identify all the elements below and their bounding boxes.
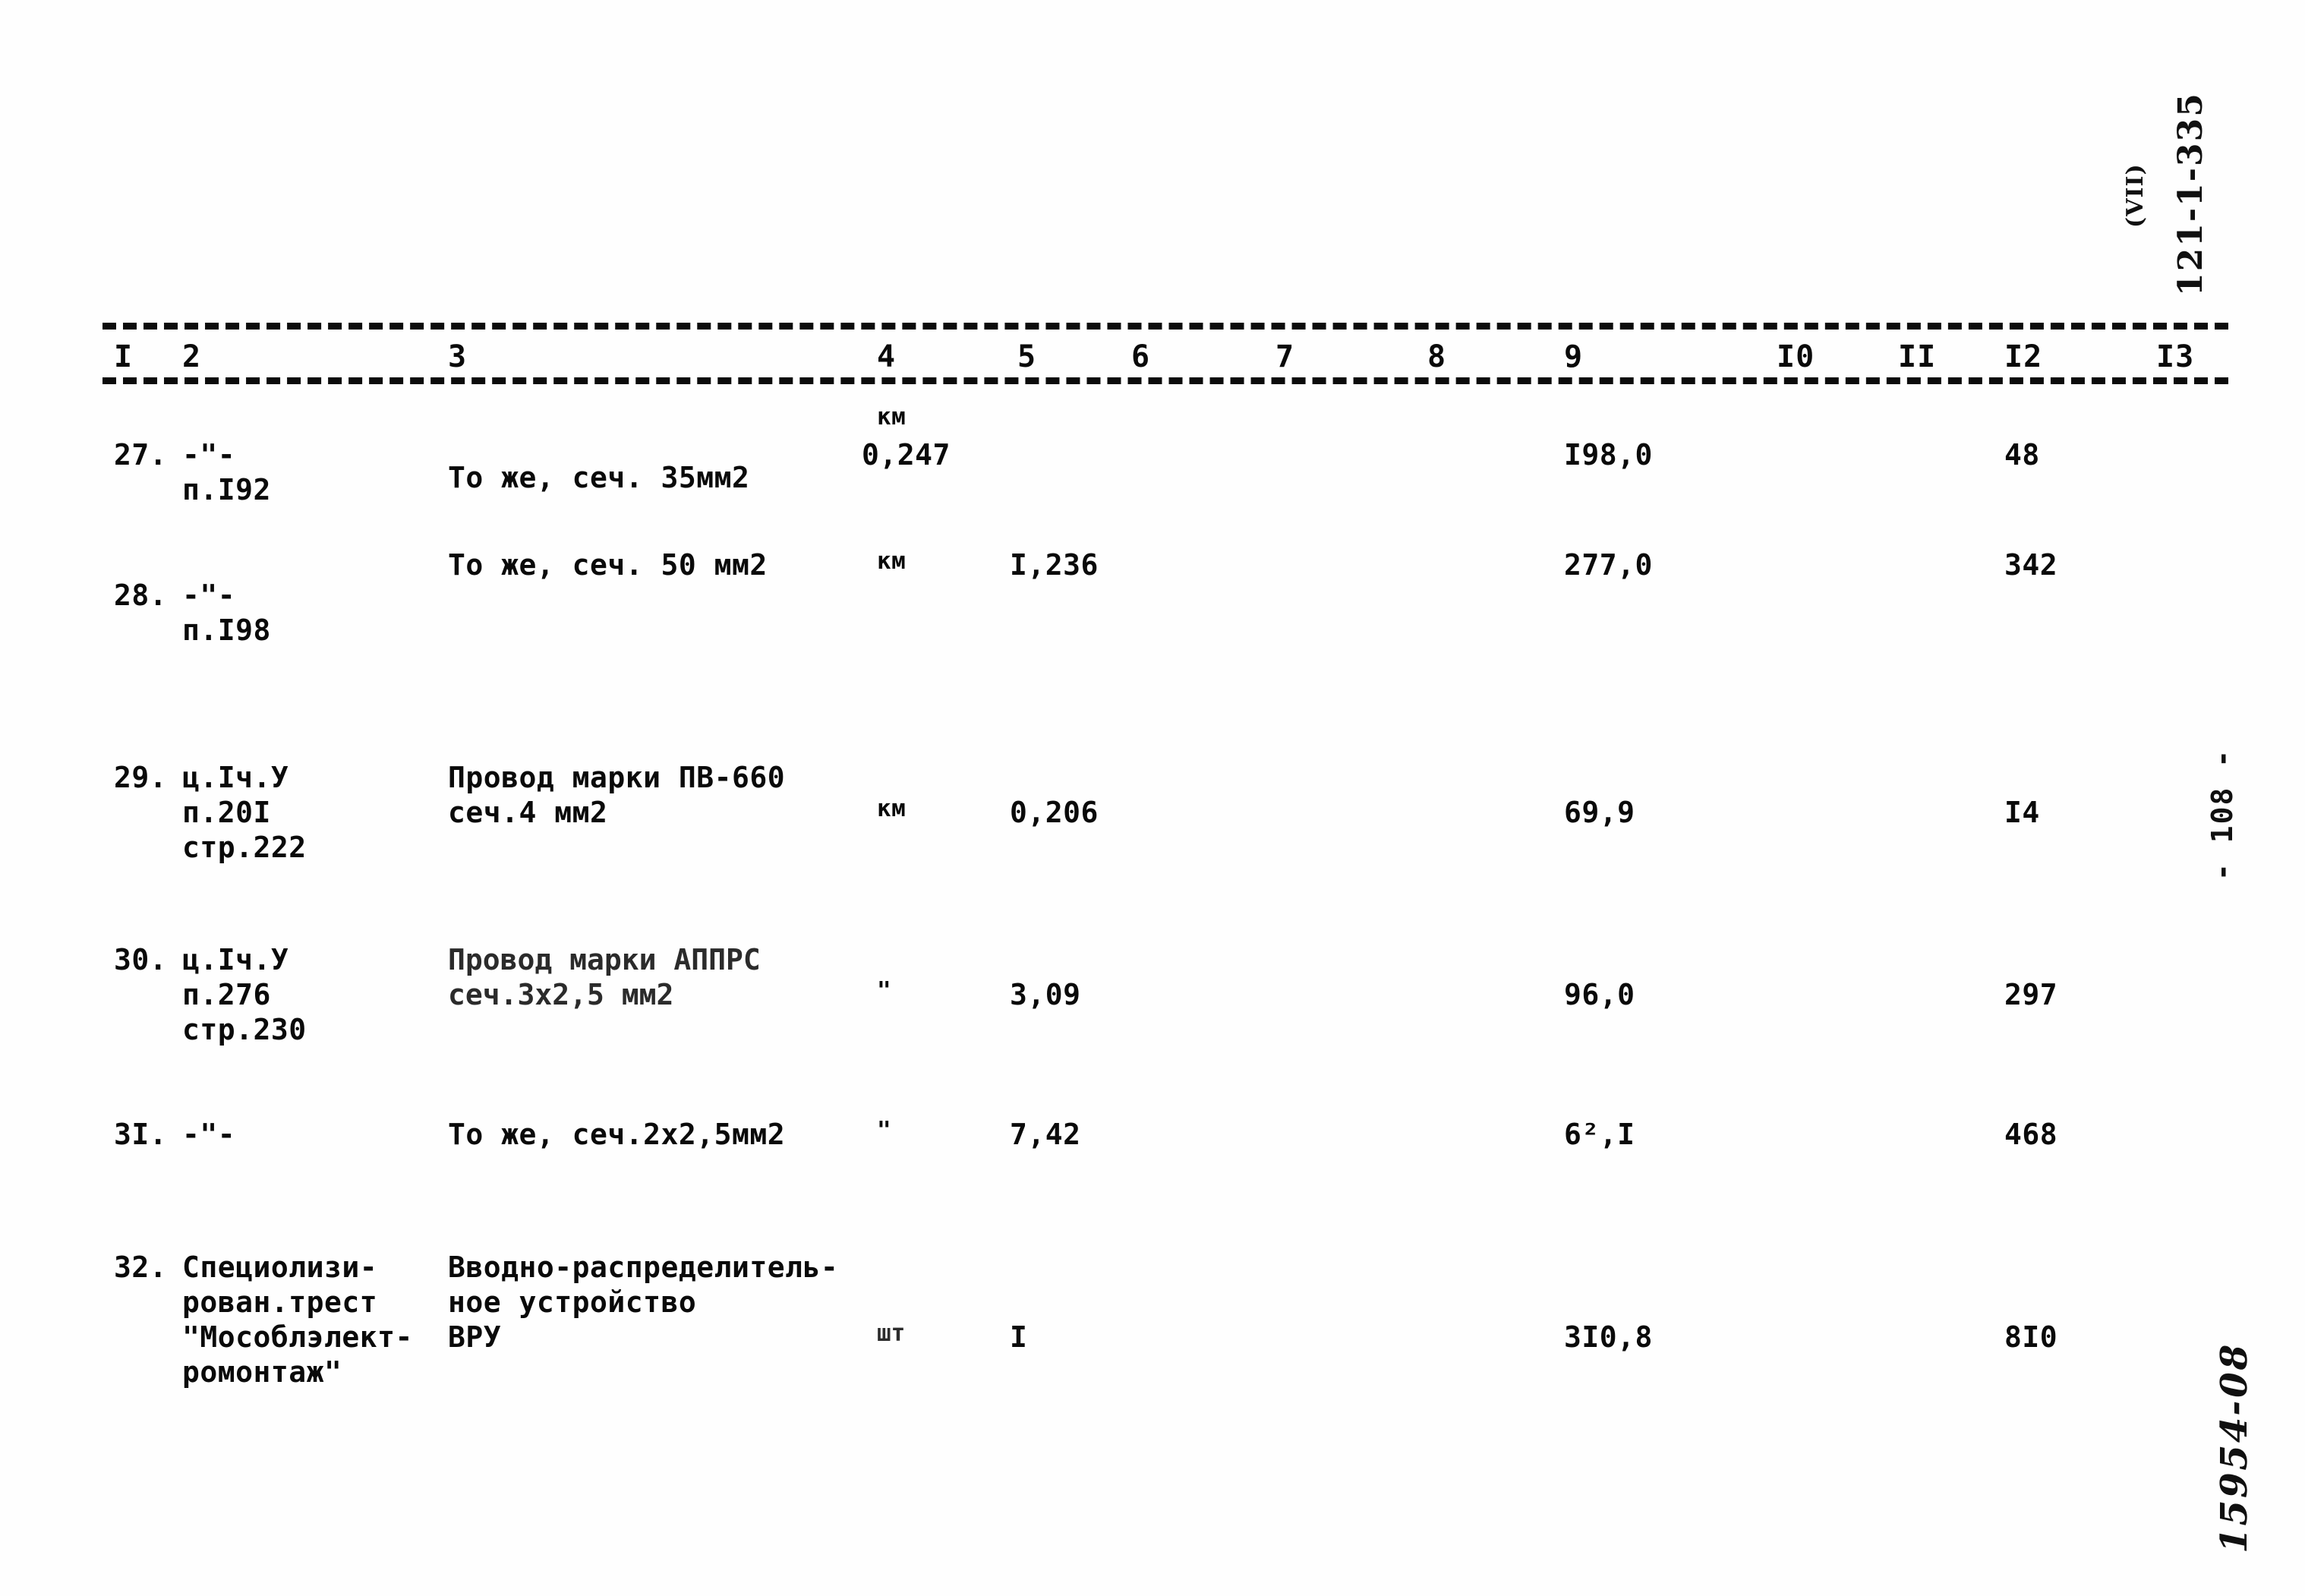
row-ref-line2-1: п.I92 [182,473,271,506]
row-col9-1: I98,0 [1564,438,1653,472]
page-number: - 108 - [2206,748,2239,881]
row-qty-3: 0,206 [1010,796,1099,829]
column-header-9: 9 [1564,339,1584,374]
row-ref-line1-2: -"- [182,579,236,612]
row-unit-4: " [877,977,892,1005]
row-col12-4: 297 [2004,978,2058,1011]
row-unit-2: км [877,547,907,575]
row-qty-6: I [1010,1320,1028,1354]
row-number-5: 3I. [114,1118,168,1151]
row-unit-3: км [877,795,907,822]
column-header-1: I [114,339,134,374]
column-header-4: 4 [877,339,897,374]
row-ref-line2-2: п.I98 [182,613,271,647]
column-header-10: I0 [1777,339,1815,374]
column-header-12: I2 [2004,339,2043,374]
row-qty-1: 0,247 [862,438,951,472]
row-unit-6: шт [877,1320,906,1347]
row-desc-line1-1: То же, сеч. 35мм2 [448,461,750,494]
row-ref-line4-6: ромонтаж" [182,1355,342,1389]
row-ref-line1-4: ц.Iч.У [182,943,289,976]
row-col12-2: 342 [2004,548,2058,582]
row-desc-line2-3: сеч.4 мм2 [448,796,608,829]
row-col9-3: 69,9 [1564,796,1635,829]
row-ref-line2-4: п.276 [182,978,271,1011]
row-desc-line1-6: Вводно-распределитель- [448,1251,839,1284]
row-number-4: 30. [114,943,168,976]
row-desc-line1-5: То же, сеч.2х2,5мм2 [448,1118,786,1151]
column-header-13: I3 [2156,339,2195,374]
inventory-number-handwritten: 15954-08 [2213,1338,2256,1558]
row-col12-1: 48 [2004,438,2040,472]
row-ref-line1-5: -"- [182,1118,236,1151]
row-qty-5: 7,42 [1010,1118,1081,1151]
row-unit-5: " [877,1117,892,1144]
row-ref-line3-3: стр.222 [182,831,307,864]
row-ref-line1-1: -"- [182,438,236,472]
row-col9-5: 6²,I [1564,1118,1635,1151]
row-number-3: 29. [114,761,168,794]
row-number-1: 27. [114,438,168,472]
row-ref-line3-4: стр.230 [182,1013,307,1046]
header-rule-top [102,323,2228,330]
column-header-8: 8 [1427,339,1447,374]
row-desc-line2-4: сеч.3х2,5 мм2 [448,978,674,1011]
column-header-5: 5 [1017,339,1037,374]
row-qty-4: 3,09 [1010,978,1081,1011]
header-rule-bottom [102,377,2228,384]
row-ref-line3-6: "Мособлэлект- [182,1320,413,1354]
row-desc-line1-4: Провод марки АППРС [448,943,761,976]
row-col12-6: 8I0 [2004,1320,2058,1354]
row-number-6: 32. [114,1251,168,1284]
row-unit-1: км [877,403,907,431]
column-header-3: 3 [448,339,468,374]
column-header-7: 7 [1275,339,1295,374]
row-desc-line2-6: ное устройство [448,1285,697,1319]
row-desc-line1-3: Провод марки ПВ-660 [448,761,786,794]
column-header-2: 2 [182,339,202,374]
row-ref-line2-6: рован.трест [182,1285,378,1319]
column-header-6: 6 [1131,339,1151,374]
row-col12-5: 468 [2004,1118,2058,1151]
row-col9-6: 3I0,8 [1564,1320,1653,1354]
row-ref-line1-6: Специолизи- [182,1251,378,1284]
row-desc-line3-6: ВРУ [448,1320,502,1354]
row-col9-4: 96,0 [1564,978,1635,1011]
row-col9-2: 277,0 [1564,548,1653,582]
row-ref-line1-3: ц.Iч.У [182,761,289,794]
archive-code-stamp: 121-1-335 [2171,92,2210,296]
row-ref-line2-3: п.20I [182,796,271,829]
row-number-2: 28. [114,579,168,612]
archive-section-stamp: (VII) [2122,163,2149,228]
row-desc-line1-2: То же, сеч. 50 мм2 [448,548,768,582]
row-col12-3: I4 [2004,796,2040,829]
column-header-11: II [1898,339,1937,374]
scanned-page: 121-1-335 (VII) - 108 - 15954-08 I234567… [0,0,2305,1596]
row-qty-2: I,236 [1010,548,1099,582]
